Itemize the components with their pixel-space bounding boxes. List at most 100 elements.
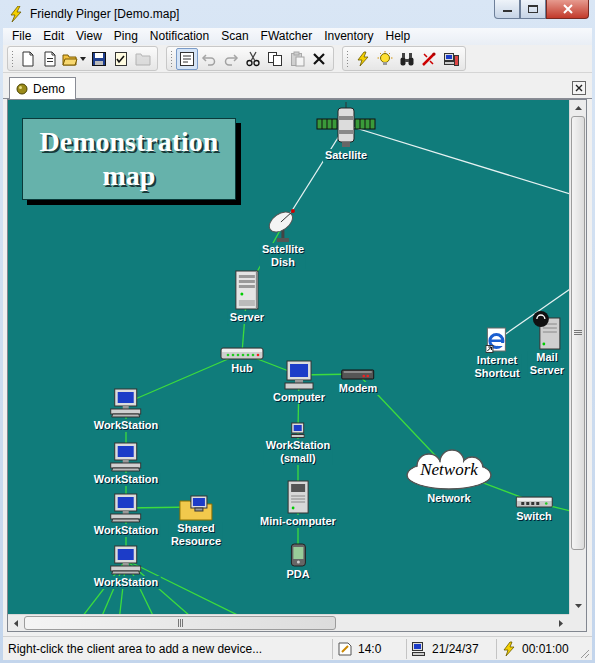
- menu-item[interactable]: FWatcher: [255, 28, 319, 45]
- map-device[interactable]: Server: [228, 270, 266, 324]
- map-device[interactable]: WorkStation: [92, 442, 161, 486]
- status-value: 14:0: [358, 640, 381, 658]
- close-button[interactable]: [546, 0, 589, 19]
- window-title: Friendly Pinger [Demo.map]: [30, 5, 179, 23]
- menu-item[interactable]: File: [6, 28, 37, 45]
- mail-server-icon[interactable]: [532, 310, 562, 350]
- horizontal-thumb[interactable]: [24, 616, 336, 630]
- device-label: Mini-computer: [258, 515, 338, 528]
- scroll-up-icon[interactable]: [570, 100, 586, 116]
- cloud-text: Network: [404, 449, 494, 491]
- tab-strip: Demo: [3, 77, 592, 99]
- redo-arrow-icon: [223, 51, 239, 67]
- map-tab[interactable]: Demo: [9, 77, 76, 99]
- open-folder-icon: [62, 51, 78, 67]
- toolbar-button[interactable]: [176, 48, 198, 70]
- toolbar-button[interactable]: [61, 48, 88, 70]
- minimize-button[interactable]: [494, 0, 520, 19]
- hub-icon[interactable]: [220, 345, 264, 361]
- menu-item[interactable]: Help: [380, 28, 417, 45]
- menu-item[interactable]: Inventory: [318, 28, 379, 45]
- map-device[interactable]: Modem: [337, 367, 380, 395]
- map-device[interactable]: Satellite Dish: [260, 208, 306, 269]
- network-cloud-icon[interactable]: Network: [404, 449, 494, 491]
- map-device[interactable]: Internet Shortcut: [472, 327, 521, 380]
- satellite-dish-icon[interactable]: [266, 208, 300, 242]
- device-label: Modem: [337, 382, 380, 395]
- map-device[interactable]: Satellite: [316, 102, 376, 162]
- computer-icon[interactable]: [284, 360, 314, 390]
- undo-arrow-icon: [201, 51, 217, 67]
- horizontal-scrollbar: [8, 614, 569, 631]
- modem-icon[interactable]: [341, 367, 375, 381]
- workstation-icon[interactable]: [110, 442, 142, 472]
- shared-folder-icon[interactable]: [179, 493, 213, 521]
- toolbar-button[interactable]: [17, 48, 39, 70]
- toolbar-button[interactable]: [242, 48, 264, 70]
- toolbar-grip[interactable]: [346, 50, 349, 68]
- device-label: Server: [228, 311, 266, 324]
- toolbar-button[interactable]: [264, 48, 286, 70]
- map-canvas[interactable]: Demonstration mapSatelliteSatellite Dish…: [8, 100, 569, 614]
- menu-item[interactable]: View: [70, 28, 108, 45]
- satellite-icon[interactable]: [316, 102, 376, 148]
- vertical-thumb[interactable]: [571, 116, 585, 550]
- menu-item[interactable]: Edit: [37, 28, 70, 45]
- toolbar-button: [198, 48, 220, 70]
- horizontal-track[interactable]: [24, 615, 553, 631]
- menu-item[interactable]: Notification: [144, 28, 215, 45]
- scroll-right-icon[interactable]: [553, 615, 569, 631]
- menu-item[interactable]: Scan: [215, 28, 254, 45]
- resize-grip-icon[interactable]: [578, 639, 592, 659]
- map-device[interactable]: Computer: [271, 360, 327, 404]
- map-device[interactable]: WorkStation: [92, 493, 161, 537]
- scroll-left-icon[interactable]: [8, 615, 24, 631]
- lightning-icon: [355, 51, 371, 67]
- dropdown-arrow-icon[interactable]: [80, 57, 86, 61]
- map-device[interactable]: Hub: [220, 345, 264, 375]
- status-field: 21/24/37: [406, 639, 496, 659]
- toolbar-button[interactable]: [396, 48, 418, 70]
- map-device[interactable]: WorkStation (small): [264, 422, 333, 465]
- workstation-icon[interactable]: [110, 388, 142, 418]
- menu-item[interactable]: Ping: [108, 28, 144, 45]
- server-tower-icon[interactable]: [234, 270, 260, 310]
- toolbar-group: [166, 46, 334, 71]
- pda-icon[interactable]: [290, 543, 306, 567]
- internet-shortcut-icon[interactable]: [485, 327, 509, 353]
- map-device[interactable]: WorkStation: [92, 545, 161, 589]
- scroll-down-icon[interactable]: [570, 598, 586, 614]
- small-workstation-icon[interactable]: [291, 422, 305, 438]
- device-label: Network: [425, 492, 472, 505]
- vertical-track[interactable]: [570, 116, 586, 598]
- toolbar-button[interactable]: [374, 48, 396, 70]
- maximize-button[interactable]: [520, 0, 546, 19]
- minicomputer-icon[interactable]: [286, 480, 310, 514]
- close-tab-icon[interactable]: [572, 81, 586, 95]
- paste-clipboard-icon: [289, 51, 305, 67]
- map-device[interactable]: Mini-computer: [258, 480, 338, 528]
- map-device[interactable]: Shared Resource: [169, 493, 223, 548]
- toolbar-grip[interactable]: [170, 50, 173, 68]
- map-device[interactable]: NetworkNetwork: [404, 449, 494, 505]
- toolbar-grip[interactable]: [11, 50, 14, 68]
- map-device[interactable]: WorkStation: [92, 388, 161, 432]
- map-device[interactable]: PDA: [284, 543, 311, 581]
- app-lightning-icon: [8, 6, 24, 22]
- toolbar-button[interactable]: [88, 48, 110, 70]
- checklist-icon: [113, 51, 129, 67]
- toolbar-button[interactable]: [110, 48, 132, 70]
- workstation-icon[interactable]: [110, 493, 142, 523]
- save-disk-icon: [91, 51, 107, 67]
- toolbar-button[interactable]: [352, 48, 374, 70]
- workstation-icon[interactable]: [110, 545, 142, 575]
- toolbar-button[interactable]: [308, 48, 330, 70]
- toolbar-button[interactable]: [39, 48, 61, 70]
- map-device[interactable]: Switch: [514, 495, 553, 523]
- switch-icon[interactable]: [515, 495, 553, 509]
- toolbar-button[interactable]: [440, 48, 462, 70]
- toolbar-button[interactable]: [418, 48, 440, 70]
- map-device[interactable]: Mail Server: [528, 310, 566, 377]
- device-label: Hub: [229, 362, 254, 375]
- cut-scissors-icon: [245, 51, 261, 67]
